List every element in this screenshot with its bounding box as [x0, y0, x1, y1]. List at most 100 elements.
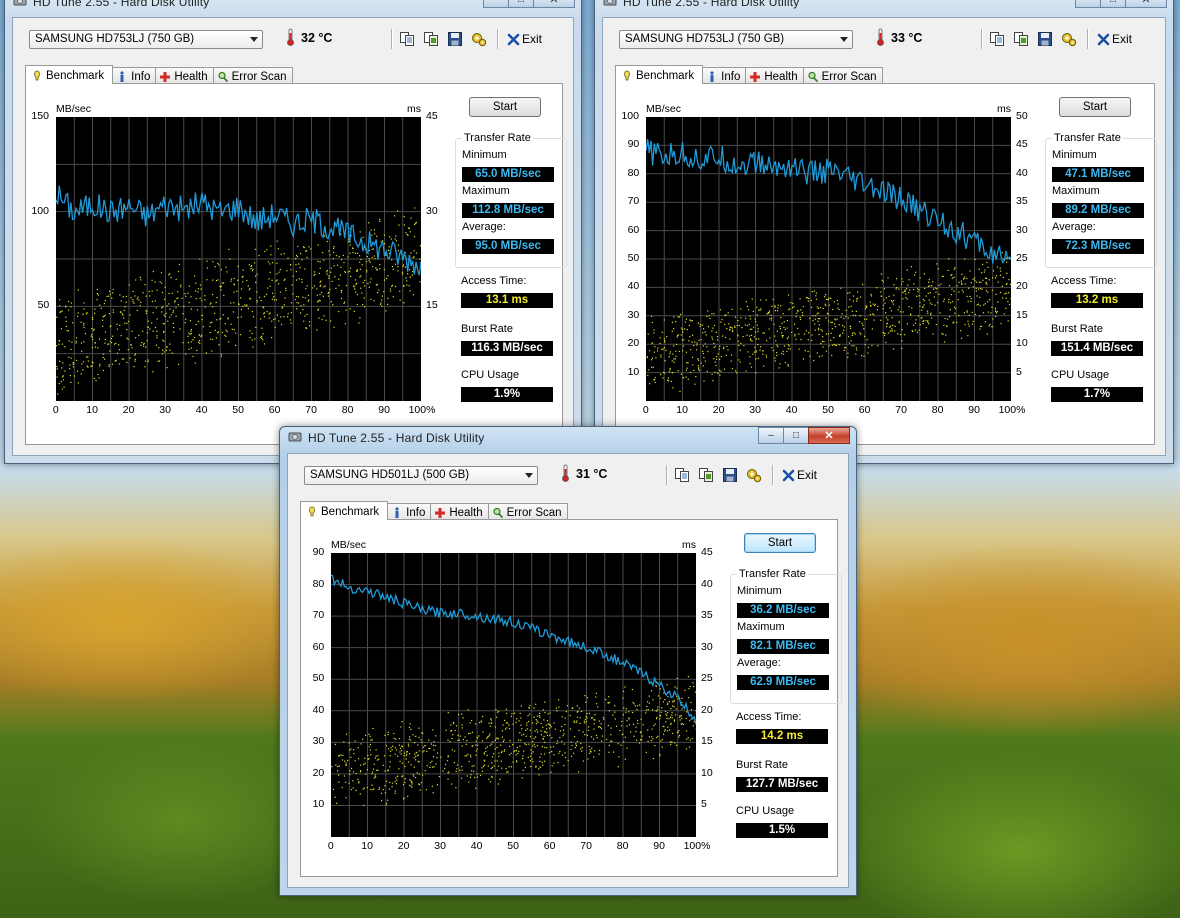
access-time-point [345, 762, 347, 764]
access-time-point [893, 300, 895, 302]
start-button[interactable]: Start [469, 97, 541, 117]
maximize-button[interactable]: □ [508, 0, 534, 8]
exit-button[interactable]: Exit [1097, 32, 1132, 46]
access-time-point [622, 714, 624, 716]
access-time-point [673, 720, 675, 722]
access-time-point [510, 766, 512, 768]
access-time-point [328, 275, 330, 277]
y-tick-right: 45 [701, 546, 713, 558]
tab-benchmark[interactable]: Benchmark [25, 65, 114, 84]
close-button[interactable]: ✕ [808, 427, 850, 444]
access-time-point [511, 713, 513, 715]
access-time-point [59, 340, 61, 342]
access-time-point [928, 323, 930, 325]
close-button[interactable]: ✕ [1125, 0, 1167, 8]
maximum-label: Maximum [1052, 185, 1100, 197]
access-time-point [703, 357, 705, 359]
access-time-point [863, 355, 865, 357]
tab-benchmark[interactable]: Benchmark [615, 65, 704, 84]
access-time-point [813, 290, 815, 292]
access-time-point [1001, 252, 1003, 254]
access-time-point [799, 318, 802, 321]
access-time-point [841, 313, 843, 315]
window-title: HD Tune 2.55 - Hard Disk Utility [308, 431, 485, 445]
tab-info[interactable]: Info [112, 67, 157, 84]
minimize-button[interactable]: – [758, 427, 784, 444]
access-time-point [660, 373, 662, 375]
maximize-button[interactable]: □ [1100, 0, 1126, 8]
copy-icon[interactable] [989, 31, 1005, 47]
minimize-button[interactable]: – [483, 0, 509, 8]
access-time-point [118, 344, 120, 346]
access-time-point [923, 300, 925, 302]
access-time-point [976, 281, 978, 283]
access-time-point [138, 299, 140, 301]
access-time-point [322, 295, 324, 297]
tab-info[interactable]: Info [387, 503, 432, 520]
tab-health[interactable]: Health [745, 67, 804, 84]
access-time-point [967, 335, 969, 337]
start-button[interactable]: Start [1059, 97, 1131, 117]
access-time-point [323, 259, 325, 261]
access-time-point [64, 370, 66, 372]
save-icon[interactable] [722, 467, 738, 483]
tab-error-scan[interactable]: Error Scan [212, 67, 293, 84]
options-icon[interactable] [1061, 31, 1077, 47]
access-time-point [668, 371, 671, 373]
save-icon[interactable] [1037, 31, 1053, 47]
copy-screenshot-icon[interactable] [698, 467, 714, 483]
access-time-point [126, 329, 128, 331]
access-time-point [992, 270, 995, 272]
copy-screenshot-icon[interactable] [1013, 31, 1029, 47]
options-icon[interactable] [471, 31, 487, 47]
access-time-point [65, 305, 67, 307]
drive-select[interactable]: SAMSUNG HD753LJ (750 GB) [29, 30, 263, 49]
access-time-point [924, 287, 926, 289]
access-time-point [197, 288, 200, 290]
chart-canvas [331, 553, 696, 837]
maximize-button[interactable]: □ [783, 427, 809, 444]
access-time-point [594, 714, 596, 716]
minimize-button[interactable]: – [1075, 0, 1101, 8]
access-time-point [319, 261, 321, 263]
copy-icon[interactable] [674, 467, 690, 483]
access-time-point [450, 724, 452, 726]
drive-select[interactable]: SAMSUNG HD501LJ (500 GB) [304, 466, 538, 485]
tab-benchmark[interactable]: Benchmark [300, 501, 389, 520]
exit-button[interactable]: Exit [782, 468, 817, 482]
access-time-point [131, 330, 133, 332]
tab-health[interactable]: Health [430, 503, 489, 520]
tab-error-scan[interactable]: Error Scan [487, 503, 568, 520]
close-button[interactable]: ✕ [533, 0, 575, 8]
copy-icon[interactable] [399, 31, 415, 47]
access-time-point [87, 356, 89, 358]
access-time-point [773, 323, 775, 325]
drive-select[interactable]: SAMSUNG HD753LJ (750 GB) [619, 30, 853, 49]
exit-button[interactable]: Exit [507, 32, 542, 46]
tab-health[interactable]: Health [155, 67, 214, 84]
x-tick: 80 [341, 404, 354, 416]
access-time-point [326, 273, 328, 275]
access-time-point [688, 688, 690, 690]
tab-error-scan[interactable]: Error Scan [802, 67, 883, 84]
access-time-point [483, 764, 486, 766]
access-time-point [945, 334, 947, 336]
access-time-point [408, 738, 410, 740]
copy-screenshot-icon[interactable] [423, 31, 439, 47]
access-time-point [142, 292, 144, 294]
title-bar[interactable]: HD Tune 2.55 - Hard Disk Utility – □ ✕ [5, 0, 581, 13]
options-icon[interactable] [746, 467, 762, 483]
access-time-point [905, 296, 907, 299]
access-time-point [556, 740, 559, 742]
title-bar[interactable]: HD Tune 2.55 - Hard Disk Utility – □ ✕ [595, 0, 1173, 13]
access-time-point [668, 380, 670, 382]
access-time-point [930, 314, 932, 316]
access-time-point [487, 736, 489, 738]
access-time-point [357, 747, 359, 749]
tab-info[interactable]: Info [702, 67, 747, 84]
access-time-point [283, 304, 285, 306]
save-icon[interactable] [447, 31, 463, 47]
access-time-point [197, 320, 199, 323]
title-bar[interactable]: HD Tune 2.55 - Hard Disk Utility – □ ✕ [280, 427, 856, 449]
start-button[interactable]: Start [744, 533, 816, 553]
